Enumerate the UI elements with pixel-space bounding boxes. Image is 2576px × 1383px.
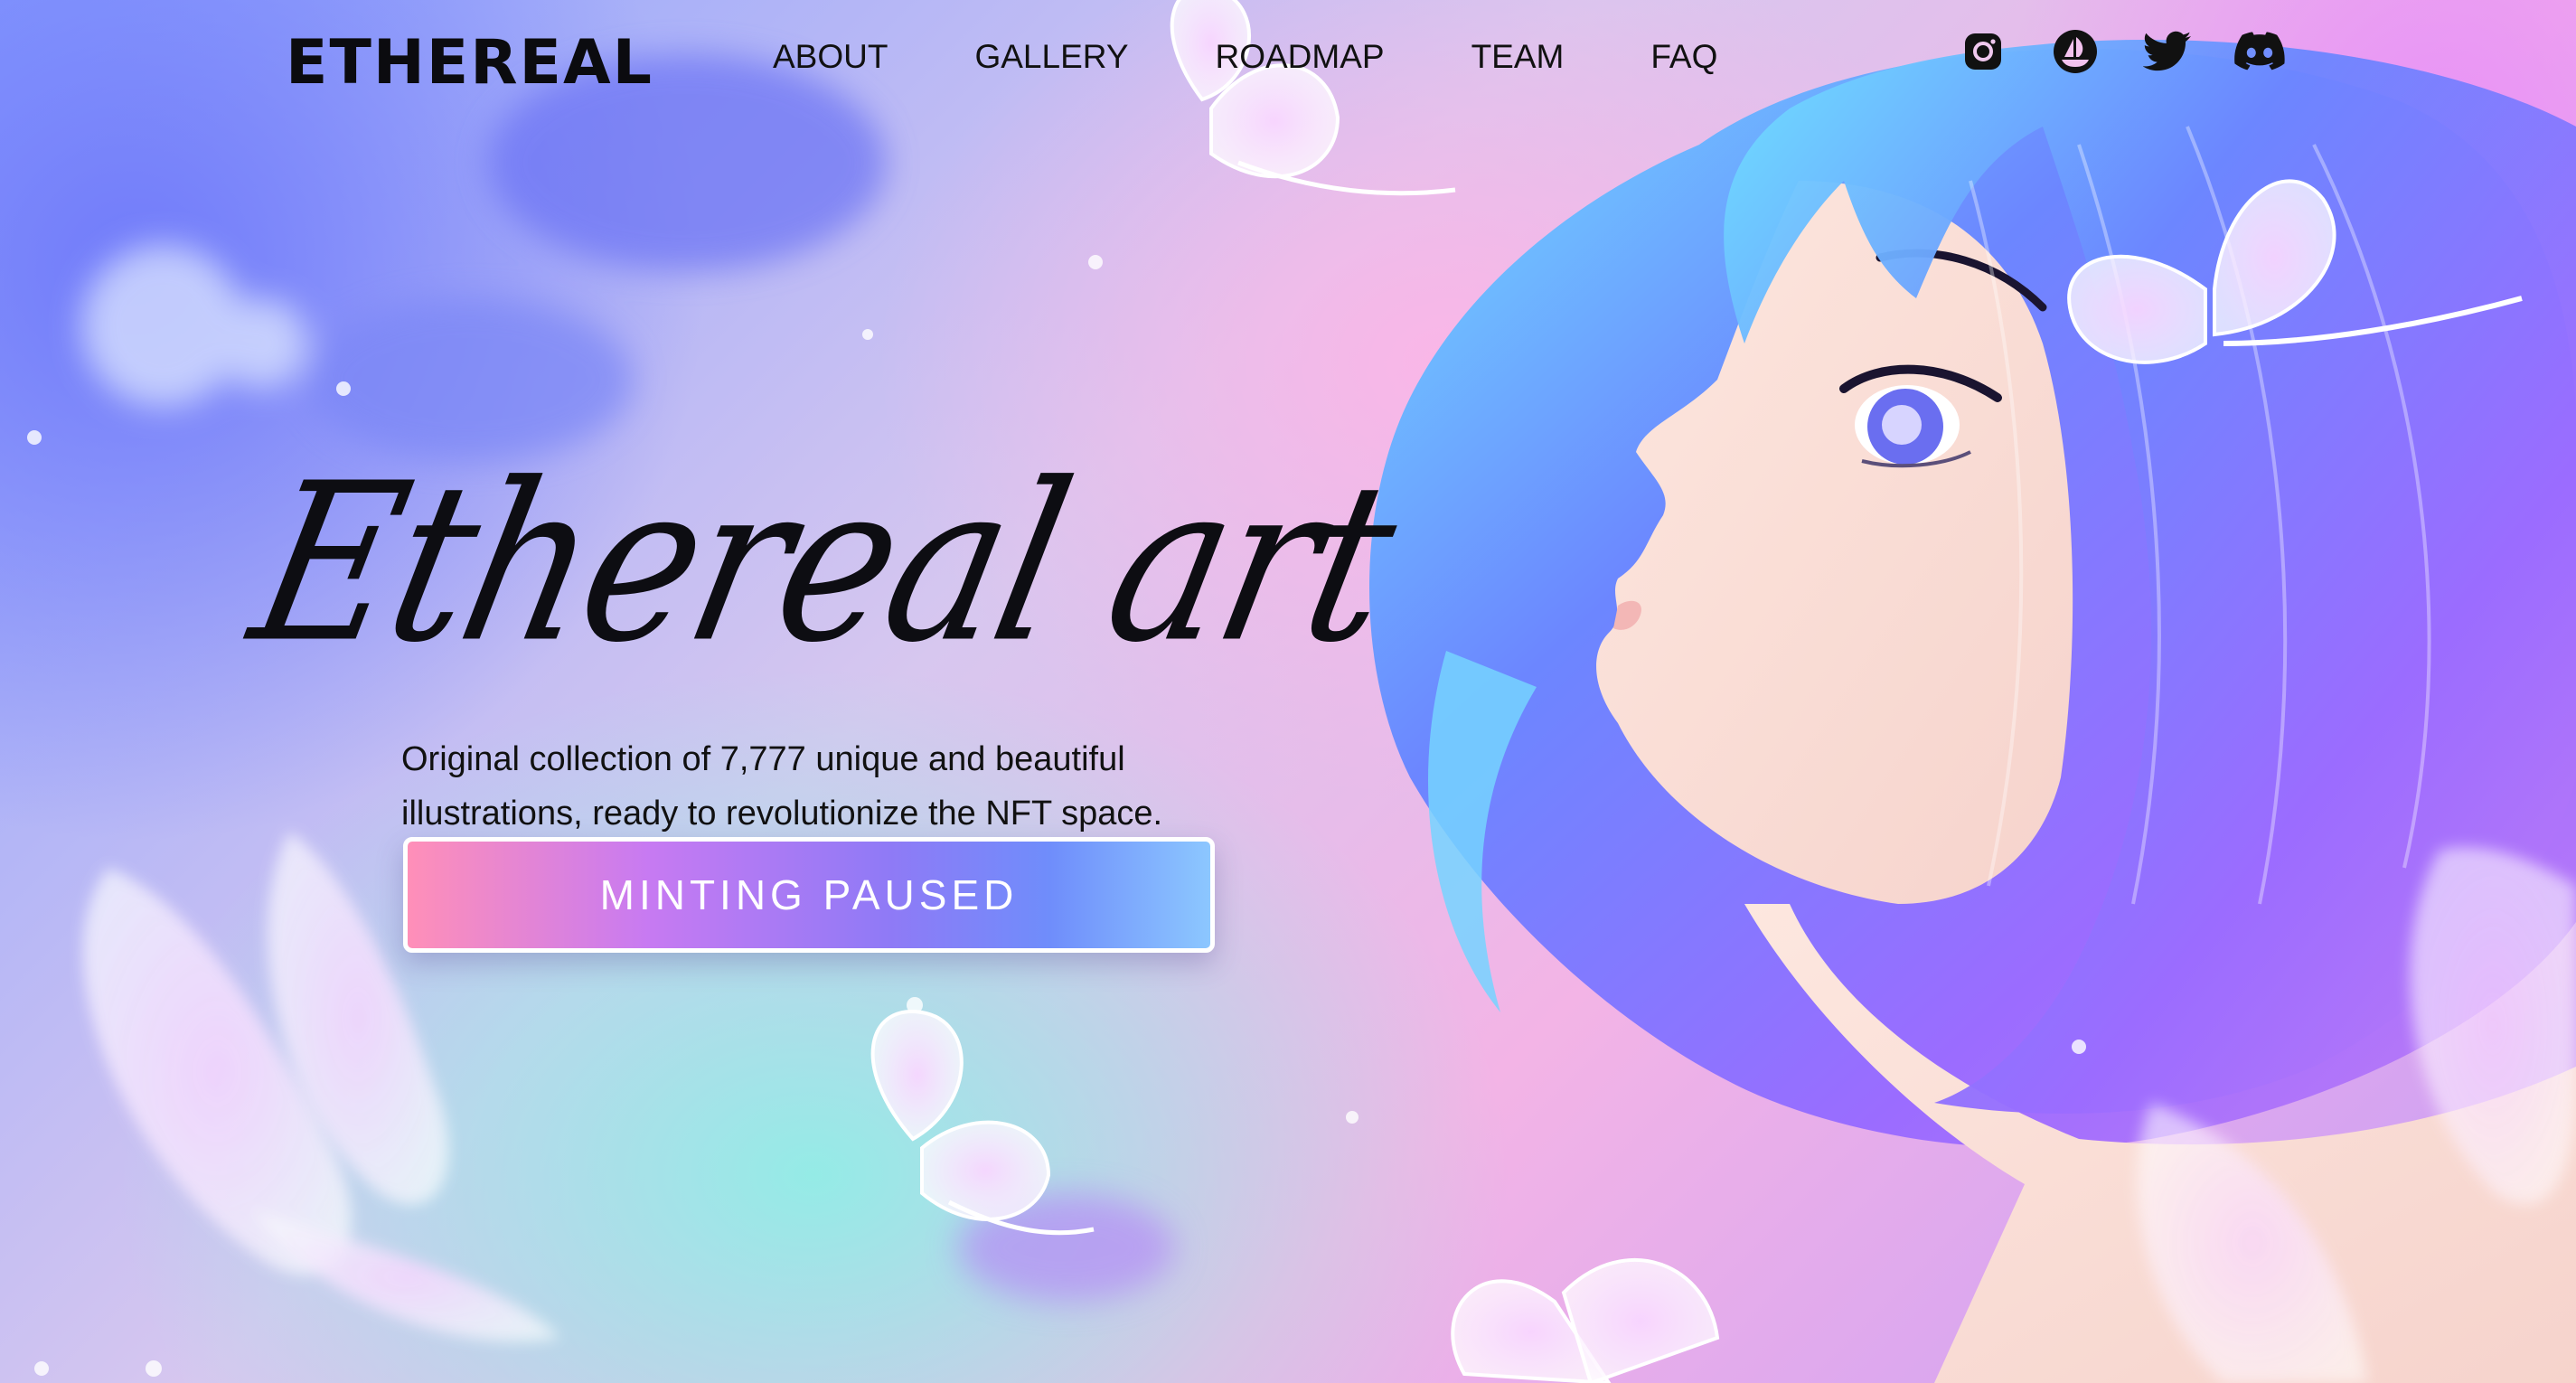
opensea-link[interactable] bbox=[2049, 25, 2101, 78]
twitter-link[interactable] bbox=[2141, 25, 2194, 78]
social-links bbox=[1957, 25, 2286, 78]
nav-link-team[interactable]: TEAM bbox=[1471, 34, 1565, 80]
nav-link-about[interactable]: ABOUT bbox=[773, 34, 888, 80]
site-logo[interactable]: ETHEREAL bbox=[286, 27, 653, 99]
landing-page: ETHEREAL ABOUT GALLERY ROADMAP TEAM FAQ bbox=[0, 0, 2576, 1383]
main-nav: ABOUT GALLERY ROADMAP TEAM FAQ bbox=[773, 34, 1804, 80]
minting-button-label: MINTING PAUSED bbox=[599, 871, 1019, 918]
instagram-icon bbox=[1965, 33, 2001, 70]
discord-link[interactable] bbox=[2233, 25, 2286, 78]
opensea-icon bbox=[2054, 30, 2097, 73]
hero-title-text: Ethereal art bbox=[234, 436, 1413, 692]
hero-title: Ethereal art bbox=[235, 398, 1413, 696]
discord-icon bbox=[2234, 32, 2285, 71]
nav-link-faq[interactable]: FAQ bbox=[1650, 34, 1717, 80]
nav-link-gallery[interactable]: GALLERY bbox=[974, 34, 1128, 80]
twitter-icon bbox=[2143, 31, 2192, 71]
site-header: ETHEREAL ABOUT GALLERY ROADMAP TEAM FAQ bbox=[0, 0, 2576, 118]
instagram-link[interactable] bbox=[1957, 25, 2009, 78]
hero-description: Original collection of 7,777 unique and … bbox=[401, 740, 1163, 833]
minting-paused-button[interactable]: MINTING PAUSED bbox=[403, 837, 1215, 953]
nav-link-roadmap[interactable]: ROADMAP bbox=[1216, 34, 1385, 80]
